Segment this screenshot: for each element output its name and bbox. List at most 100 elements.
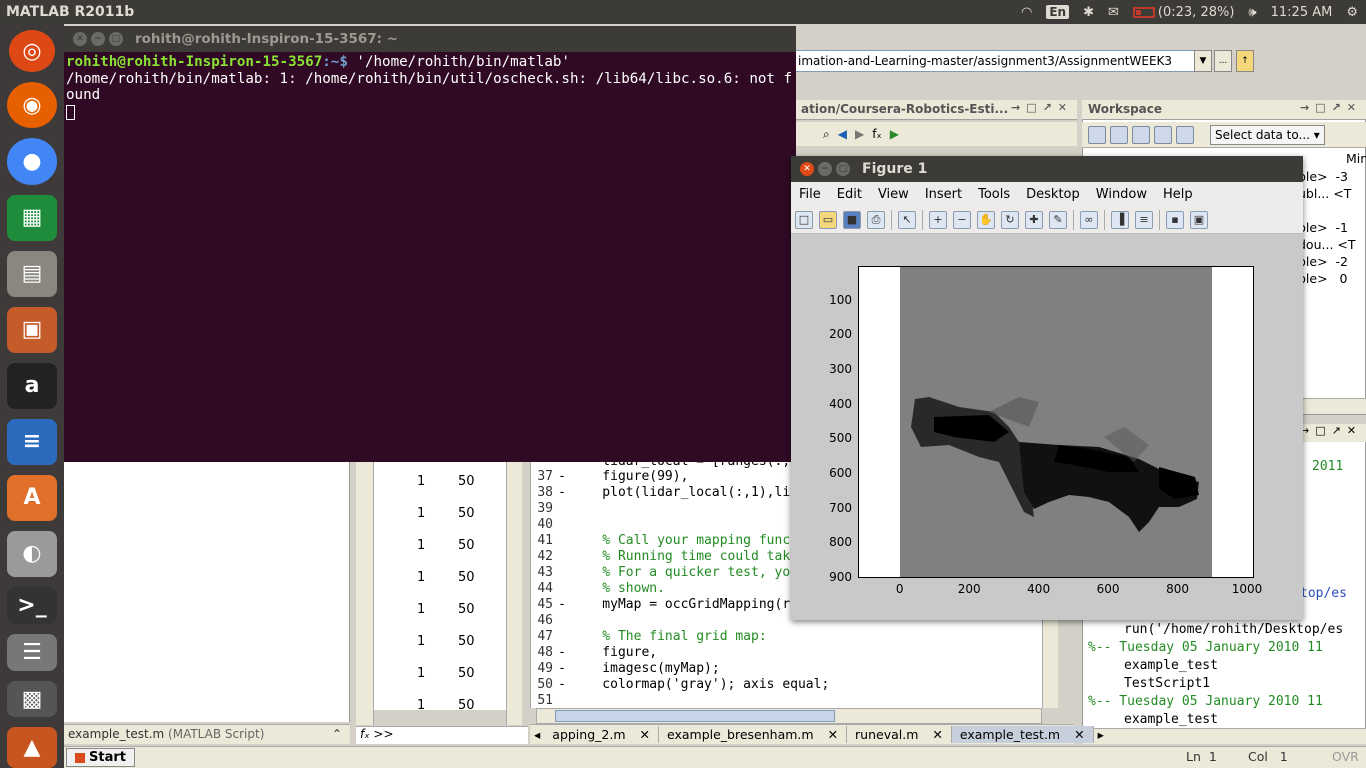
menu-file[interactable]: File — [791, 187, 829, 202]
back-arrow-icon[interactable]: ◀ — [838, 127, 847, 141]
history-line[interactable]: example_test — [1124, 712, 1218, 727]
find-icon[interactable]: ⌕ — [823, 127, 830, 142]
menu-view[interactable]: View — [870, 187, 917, 202]
menu-insert[interactable]: Insert — [917, 187, 970, 202]
ws-row[interactable]: ble> -2 — [1298, 254, 1348, 269]
cell-value[interactable]: 50 — [458, 538, 475, 553]
cell-value[interactable]: 1 — [417, 698, 425, 713]
terminal-icon[interactable]: >_ — [7, 586, 57, 624]
cell-value[interactable]: 1 — [417, 474, 425, 489]
rotate-3d-icon[interactable]: ↻ — [1001, 210, 1019, 229]
history-session-header[interactable]: %-- Tuesday 05 January 2010 11 — [1088, 694, 1323, 709]
ubuntu-icon[interactable]: ◎ — [9, 30, 55, 73]
mail-icon[interactable]: ✉ — [1108, 5, 1119, 20]
menu-tools[interactable]: Tools — [970, 187, 1018, 202]
tab-scroll-left-icon[interactable]: ◂ — [530, 727, 544, 742]
cell-value[interactable]: 50 — [458, 634, 475, 649]
clock[interactable]: 11:25 AM — [1271, 5, 1333, 20]
minimize-icon[interactable]: − — [818, 162, 832, 176]
link-plot-icon[interactable]: ∞ — [1080, 210, 1098, 229]
print-icon[interactable]: ⎙ — [867, 210, 885, 229]
close-icon[interactable]: ✕ — [640, 727, 650, 742]
brush-icon[interactable]: ✎ — [1049, 210, 1067, 229]
collapse-up-icon[interactable]: ⌃ — [332, 727, 342, 741]
plot-axes[interactable] — [858, 266, 1254, 578]
cell-value[interactable]: 1 — [417, 666, 425, 681]
tab-apping-2[interactable]: apping_2.m ✕ — [544, 726, 659, 743]
menu-edit[interactable]: Edit — [829, 187, 870, 202]
close-icon[interactable]: ✕ — [1074, 727, 1084, 742]
menu-window[interactable]: Window — [1088, 187, 1155, 202]
ws-row[interactable]: ble> 0 — [1298, 271, 1347, 286]
history-line[interactable]: top/es — [1300, 586, 1347, 601]
tab-scroll-right-icon[interactable]: ▸ — [1094, 727, 1108, 742]
presentation-icon[interactable]: ▣ — [7, 306, 57, 353]
writer-icon[interactable]: ≡ — [7, 418, 57, 465]
zoom-out-icon[interactable]: − — [953, 210, 971, 229]
spreadsheet-icon[interactable]: ▦ — [7, 194, 57, 241]
cell-value[interactable]: 50 — [458, 570, 475, 585]
tab-example-bresenham[interactable]: example_bresenham.m ✕ — [659, 726, 848, 743]
hide-plot-tools-icon[interactable]: ▪ — [1166, 210, 1184, 229]
file-details-bar[interactable]: example_test.m (MATLAB Script) ⌃ — [64, 724, 350, 744]
import-data-icon[interactable] — [1154, 125, 1172, 144]
panel-controls[interactable]: →□↗✕ — [1011, 101, 1073, 114]
chrome-icon[interactable]: ● — [7, 138, 57, 185]
terminal-output[interactable]: rohith@rohith-Inspiron-15-3567:~$ '/home… — [66, 54, 794, 120]
files-icon[interactable]: ▤ — [7, 250, 57, 297]
history-line[interactable]: run('/home/rohith/Desktop/es — [1124, 622, 1343, 637]
maximize-icon[interactable]: □ — [836, 162, 850, 176]
history-line[interactable]: example_test — [1124, 658, 1218, 673]
keyboard-layout-indicator[interactable]: En — [1046, 5, 1070, 19]
tab-runeval[interactable]: runeval.m ✕ — [847, 726, 952, 743]
scroll-thumb[interactable] — [555, 710, 835, 722]
stack-icon[interactable]: ☰ — [7, 633, 57, 671]
show-plot-tools-icon[interactable]: ▣ — [1190, 210, 1208, 229]
function-browser-icon[interactable]: fₓ — [360, 727, 370, 741]
cell-value[interactable]: 1 — [417, 634, 425, 649]
run-icon[interactable]: ▶ — [890, 127, 899, 141]
start-button[interactable]: Start — [66, 748, 135, 767]
ws-min-header[interactable]: Min — [1346, 151, 1366, 166]
command-window-input[interactable]: fₓ >> — [356, 726, 528, 744]
matlab-icon[interactable]: ▲ — [7, 727, 57, 768]
battery-indicator[interactable]: (0:23, 28%) — [1132, 5, 1234, 20]
wifi-icon[interactable]: ◠ — [1021, 5, 1032, 20]
amazon-icon[interactable]: a — [7, 362, 57, 409]
terminal-titlebar[interactable]: ✕ − □ rohith@rohith-Inspiron-15-3567: ~ — [64, 26, 796, 52]
pan-hand-icon[interactable]: ✋ — [977, 210, 995, 229]
software-center-icon[interactable]: A — [7, 474, 57, 521]
zoom-in-icon[interactable]: + — [929, 210, 947, 229]
ws-row[interactable]: ubl... <T — [1298, 186, 1351, 201]
history-controls[interactable]: →□↗✕ — [1300, 424, 1366, 442]
menu-desktop[interactable]: Desktop — [1018, 187, 1088, 202]
insert-legend-icon[interactable]: ≡ — [1135, 210, 1153, 229]
current-folder-field[interactable]: imation-and-Learning-master/assignment3/… — [795, 50, 1207, 72]
print-icon[interactable] — [1176, 125, 1194, 144]
bluetooth-icon[interactable]: ✱ — [1083, 5, 1094, 20]
cell-value[interactable]: 1 — [417, 570, 425, 585]
folder-dropdown-button[interactable]: ▼ — [1194, 50, 1212, 72]
close-icon[interactable]: ✕ — [73, 32, 87, 46]
editor-hscrollbar[interactable] — [536, 708, 1042, 724]
cell-value[interactable]: 50 — [458, 698, 475, 713]
figure-window[interactable]: ✕ − □ Figure 1 File Edit View Insert Too… — [791, 156, 1303, 620]
data-cursor-icon[interactable]: ✚ — [1025, 210, 1043, 229]
menu-help[interactable]: Help — [1155, 187, 1201, 202]
firefox-icon[interactable]: ◉ — [7, 82, 57, 129]
cell-value[interactable]: 1 — [417, 538, 425, 553]
ws-row[interactable]: ble> -3 — [1298, 169, 1348, 184]
variable-vscrollbar[interactable] — [506, 460, 522, 725]
function-icon[interactable]: fₓ — [872, 127, 882, 141]
new-variable-icon[interactable] — [1088, 125, 1106, 144]
cell-value[interactable]: 50 — [458, 666, 475, 681]
figure-titlebar[interactable]: ✕ − □ Figure 1 — [791, 156, 1303, 182]
power-gear-icon[interactable]: ⚙ — [1346, 5, 1358, 20]
workspace-controls[interactable]: →□↗✕ — [1300, 101, 1362, 114]
ws-row[interactable]: dou... <T — [1298, 237, 1356, 252]
save-workspace-icon[interactable] — [1132, 125, 1150, 144]
ws-row[interactable]: ble> -1 — [1298, 220, 1348, 235]
browse-folder-button[interactable]: ... — [1214, 50, 1232, 72]
open-file-icon[interactable]: ▭ — [819, 210, 837, 229]
minimize-icon[interactable]: − — [91, 32, 105, 46]
